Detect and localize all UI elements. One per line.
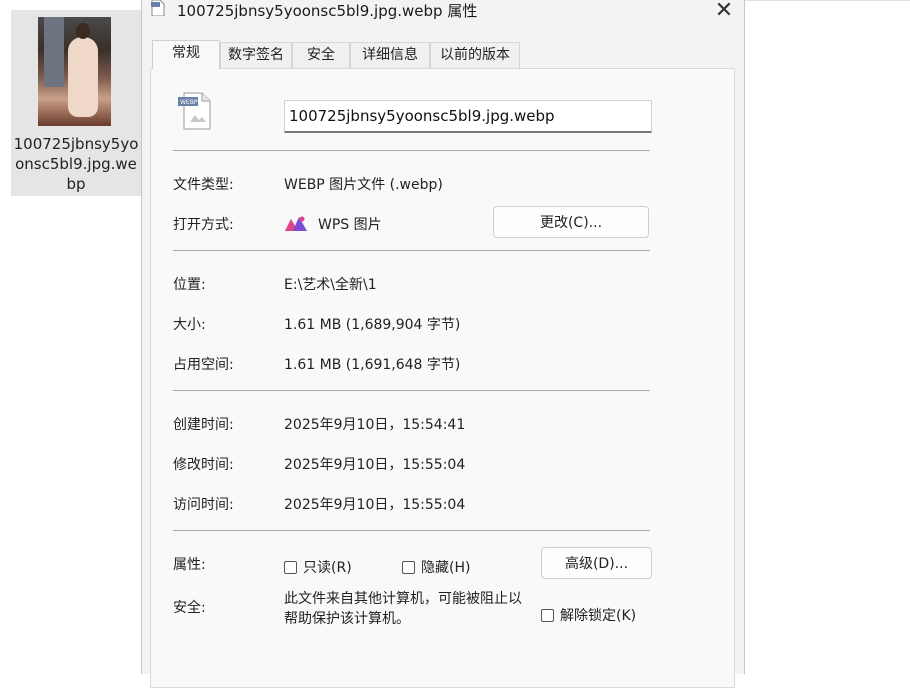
accessed-value: 2025年9月10日，15:55:04 <box>284 497 466 513</box>
unblock-checkbox[interactable]: 解除锁定(K) <box>541 605 636 625</box>
hidden-checkbox[interactable]: 隐藏(H) <box>402 557 470 577</box>
open-with-value: WPS 图片 <box>318 217 382 233</box>
security-label: 安全: <box>173 600 206 616</box>
webp-badge: WEBP <box>180 99 198 106</box>
unblock-checkbox-label: 解除锁定(K) <box>560 608 637 624</box>
title-bar[interactable]: 100725jbnsy5yoonsc5bl9.jpg.webp 属性 ✕ <box>142 0 744 28</box>
modified-label: 修改时间: <box>173 457 234 473</box>
created-label: 创建时间: <box>173 417 234 433</box>
readonly-checkbox-box[interactable] <box>284 560 297 574</box>
accessed-label: 访问时间: <box>173 497 234 513</box>
tab-security-label: 安全 <box>307 47 335 63</box>
tab-digital-signatures-label: 数字签名 <box>228 47 284 63</box>
tab-security[interactable]: 安全 <box>292 42 350 68</box>
readonly-checkbox-label: 只读(R) <box>303 560 352 576</box>
close-button[interactable]: ✕ <box>706 0 742 24</box>
separator <box>173 250 650 251</box>
advanced-button[interactable]: 高级(D)... <box>541 547 652 579</box>
separator <box>173 150 650 151</box>
separator <box>173 390 650 391</box>
attributes-label: 属性: <box>173 557 206 573</box>
disk-size-value: 1.61 MB (1,691,648 字节) <box>284 357 461 373</box>
tab-digital-signatures[interactable]: 数字签名 <box>220 42 292 68</box>
tab-details[interactable]: 详细信息 <box>350 42 430 68</box>
tab-general[interactable]: 常规 <box>152 40 220 69</box>
desktop-file-name: 100725jbnsy5yoonsc5bl9.jpg.webp <box>13 135 139 193</box>
close-icon: ✕ <box>714 0 734 23</box>
open-with-label: 打开方式: <box>173 217 234 233</box>
change-button[interactable]: 更改(C)... <box>493 206 649 238</box>
size-label: 大小: <box>173 317 206 333</box>
file-type-label: 文件类型: <box>173 177 234 193</box>
location-value: E:\艺术\全新\1 <box>284 277 377 293</box>
disk-size-label: 占用空间: <box>173 357 234 373</box>
file-thumbnail <box>38 17 111 126</box>
created-value: 2025年9月10日，15:54:41 <box>284 417 466 433</box>
modified-value: 2025年9月10日，15:55:04 <box>284 457 466 473</box>
readonly-checkbox[interactable]: 只读(R) <box>284 557 352 577</box>
wps-photos-icon <box>285 216 307 231</box>
file-icon <box>151 0 165 16</box>
security-warning-text: 此文件来自其他计算机，可能被阻止以帮助保护该计算机。 <box>284 591 522 627</box>
file-type-value: WEBP 图片文件 (.webp) <box>284 177 443 193</box>
unblock-checkbox-box[interactable] <box>541 608 554 622</box>
dialog-title: 100725jbnsy5yoonsc5bl9.jpg.webp 属性 <box>177 2 478 20</box>
background-divider <box>745 0 910 1</box>
hidden-checkbox-box[interactable] <box>402 560 415 574</box>
tab-previous-versions-label: 以前的版本 <box>440 47 510 63</box>
thumbnail-figure-shape <box>68 37 98 117</box>
tab-details-label: 详细信息 <box>362 47 418 63</box>
size-value: 1.61 MB (1,689,904 字节) <box>284 317 461 333</box>
thumbnail-head-shape <box>76 23 90 39</box>
thumbnail-window-shape <box>44 17 64 87</box>
tab-previous-versions[interactable]: 以前的版本 <box>430 42 520 68</box>
separator <box>173 530 650 531</box>
webp-file-icon: WEBP <box>178 92 211 130</box>
general-panel: WEBP 文件类型: WEBP 图片文件 (.webp) 打开方式: WPS 图… <box>150 68 735 688</box>
location-label: 位置: <box>173 277 206 293</box>
hidden-checkbox-label: 隐藏(H) <box>421 560 471 576</box>
file-name-input[interactable] <box>284 100 652 133</box>
desktop-file-item[interactable]: 100725jbnsy5yoonsc5bl9.jpg.webp <box>11 10 141 196</box>
properties-dialog: 100725jbnsy5yoonsc5bl9.jpg.webp 属性 ✕ 常规 … <box>141 0 745 688</box>
tab-general-label: 常规 <box>172 45 200 61</box>
